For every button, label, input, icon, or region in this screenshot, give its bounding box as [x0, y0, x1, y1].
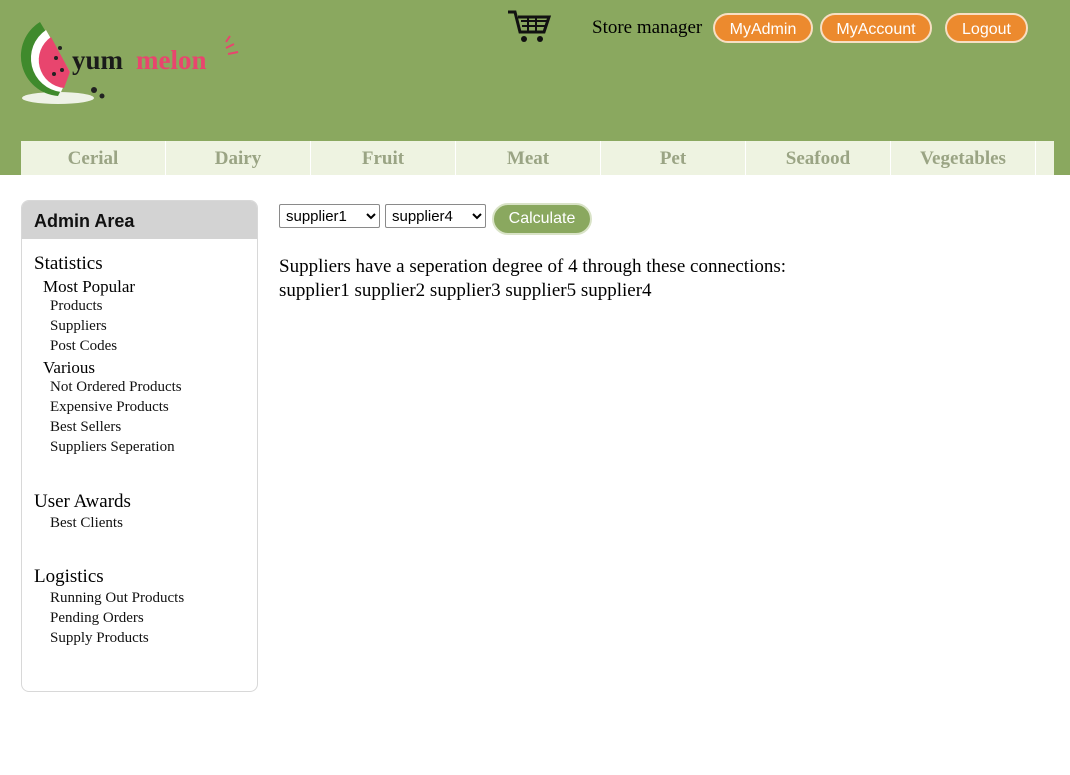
myadmin-button[interactable]: MyAdmin	[713, 13, 813, 43]
subsection-most-popular: Most Popular	[43, 277, 136, 296]
nav-item-fruit[interactable]: Fruit	[311, 141, 456, 175]
calculate-button[interactable]: Calculate	[492, 203, 592, 235]
link-pending-orders[interactable]: Pending Orders	[50, 610, 144, 627]
link-running-out-products[interactable]: Running Out Products	[50, 590, 184, 607]
nav-item-cerial[interactable]: Cerial	[21, 141, 166, 175]
admin-sidebar: Admin Area Statistics Most Popular Produ…	[21, 200, 258, 692]
section-logistics: Logistics	[34, 566, 104, 587]
subsection-various: Various	[43, 358, 95, 377]
sidebar-title: Admin Area	[22, 201, 257, 239]
yummelon-logo[interactable]: yum melon	[18, 12, 248, 108]
section-user-awards: User Awards	[34, 491, 131, 512]
nav-item-seafood[interactable]: Seafood	[746, 141, 891, 175]
result-connections: supplier1 supplier2 supplier3 supplier5 …	[279, 280, 652, 301]
link-post-codes[interactable]: Post Codes	[50, 338, 117, 355]
link-expensive-products[interactable]: Expensive Products	[50, 399, 169, 416]
category-nav: Cerial Dairy Fruit Meat Pet Seafood Vege…	[21, 141, 1054, 175]
shopping-cart-icon[interactable]	[506, 8, 552, 44]
nav-item-meat[interactable]: Meat	[456, 141, 601, 175]
supplier-from-select[interactable]: supplier1	[279, 204, 380, 228]
section-statistics: Statistics	[34, 253, 103, 274]
link-suppliers-seperation[interactable]: Suppliers Seperation	[50, 439, 175, 456]
svg-text:melon: melon	[136, 45, 207, 75]
logout-button[interactable]: Logout	[945, 13, 1028, 43]
link-not-ordered-products[interactable]: Not Ordered Products	[50, 379, 182, 396]
nav-item-vegetables[interactable]: Vegetables	[891, 141, 1036, 175]
header: yum melon Store manager MyAdmin MyAccoun…	[0, 0, 1070, 175]
separation-result: Suppliers have a seperation degree of 4 …	[279, 255, 786, 303]
link-products[interactable]: Products	[50, 298, 103, 315]
nav-item-dairy[interactable]: Dairy	[166, 141, 311, 175]
link-best-sellers[interactable]: Best Sellers	[50, 419, 121, 436]
link-suppliers[interactable]: Suppliers	[50, 318, 107, 335]
link-supply-products[interactable]: Supply Products	[50, 630, 149, 647]
myaccount-button[interactable]: MyAccount	[820, 13, 932, 43]
store-manager-label: Store manager	[592, 17, 703, 38]
svg-text:yum: yum	[72, 45, 124, 75]
nav-item-pet[interactable]: Pet	[601, 141, 746, 175]
link-best-clients[interactable]: Best Clients	[50, 515, 123, 532]
supplier-to-select[interactable]: supplier4	[385, 204, 486, 228]
result-text: Suppliers have a seperation degree of 4 …	[279, 256, 787, 277]
